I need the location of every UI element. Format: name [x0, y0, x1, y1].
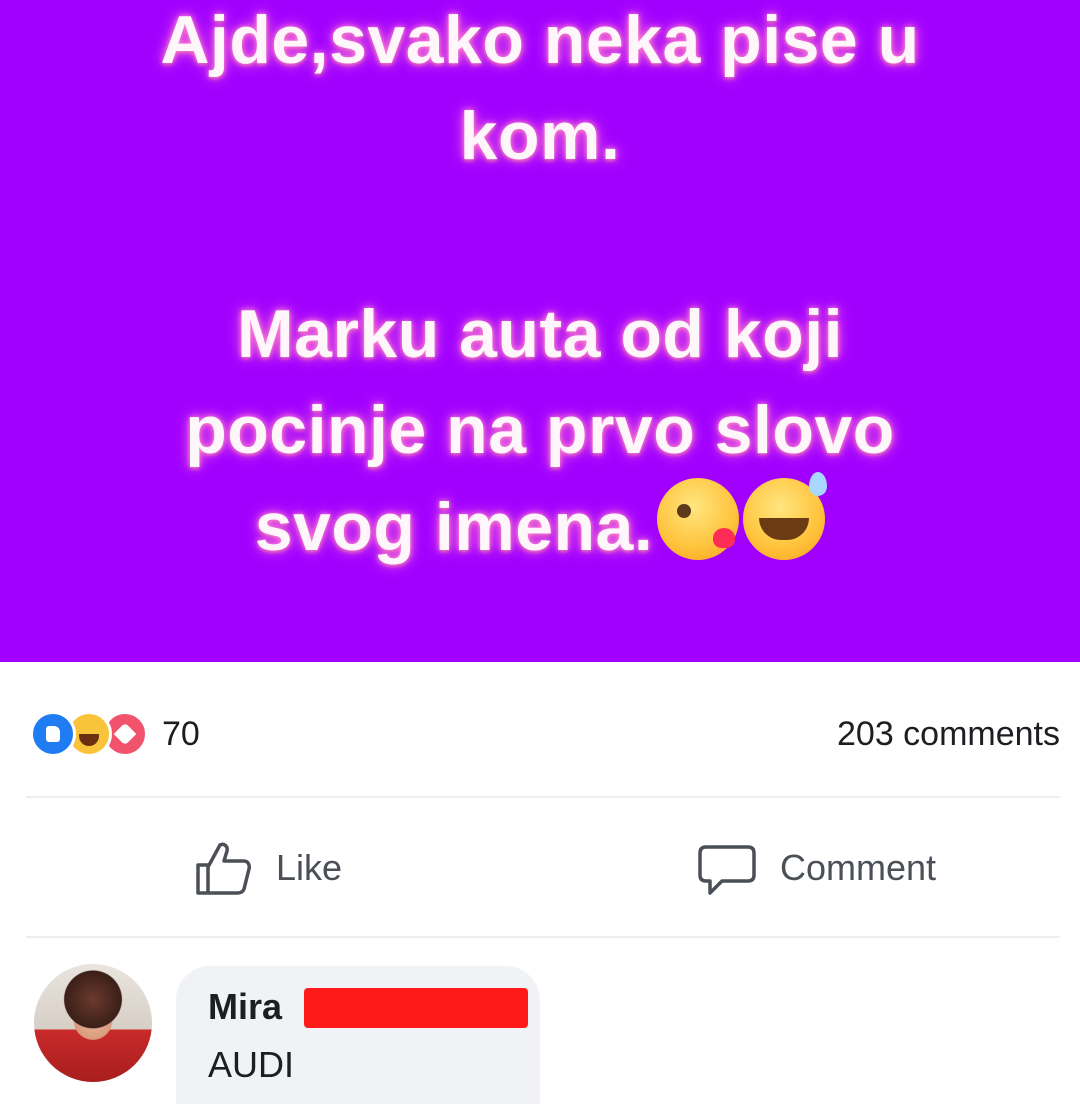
- like-button[interactable]: Like: [192, 836, 342, 900]
- divider: [26, 936, 1060, 938]
- reactions-summary[interactable]: 70: [30, 708, 200, 760]
- divider: [26, 796, 1060, 798]
- post-screenshot: Ajde,svako neka pise u kom. Marku auta o…: [0, 0, 1080, 1104]
- post-text-line-3: Marku auta od koji: [237, 296, 843, 372]
- comment-label: Comment: [780, 847, 937, 888]
- reaction-count: 70: [162, 714, 200, 753]
- post-text-line-5-label: svog imena.: [254, 489, 654, 565]
- redaction-mark: [304, 988, 528, 1028]
- comment-button[interactable]: Comment: [696, 836, 936, 900]
- grinning-sweat-icon: [743, 472, 828, 560]
- face-blowing-kiss-icon: [657, 478, 740, 560]
- avatar[interactable]: [34, 964, 152, 1082]
- comments-count-link[interactable]: 203 comments: [837, 710, 1060, 758]
- post-text-line-4: pocinje na prvo slovo: [185, 392, 895, 468]
- speech-bubble-icon: [698, 845, 756, 895]
- comment-author[interactable]: Mira: [208, 986, 282, 1028]
- comment-text: AUDI: [208, 1044, 295, 1085]
- post-text-line-1: Ajde,svako neka pise u: [160, 2, 920, 78]
- thumbs-up-icon: [196, 842, 251, 895]
- post-text-line-5: svog imena.: [0, 472, 1080, 575]
- like-label: Like: [276, 847, 343, 888]
- like-reaction-icon: [30, 711, 76, 757]
- post-text-line-2: kom.: [459, 98, 621, 174]
